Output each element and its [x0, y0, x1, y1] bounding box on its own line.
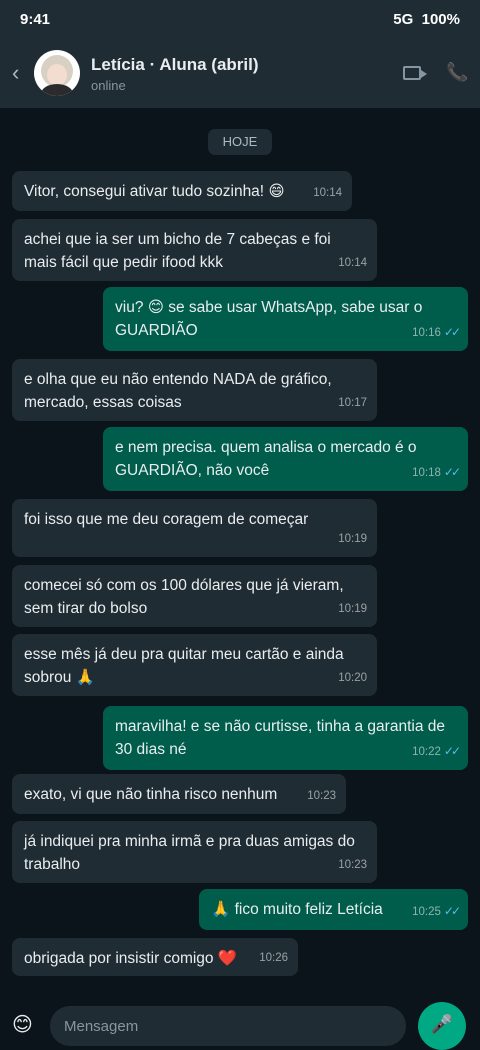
- message-text: 🙏 fico muito feliz Letícia: [211, 901, 383, 918]
- message-time: 10:17: [338, 397, 367, 409]
- status-bar: 9:41 5G 100%: [0, 0, 480, 40]
- message-text: já indiquei pra minha irmã e pra duas am…: [24, 833, 355, 873]
- day-separator: HOJE: [208, 129, 272, 155]
- battery-label: 100%: [421, 11, 460, 28]
- message-bubble[interactable]: já indiquei pra minha irmã e pra duas am…: [12, 821, 377, 883]
- message-bubble[interactable]: achei que ia ser um bicho de 7 cabeças e…: [12, 219, 377, 281]
- message-text: exato, vi que não tinha risco nenhum: [24, 786, 278, 803]
- message-bubble[interactable]: esse mês já deu pra quitar meu cartão e …: [12, 634, 377, 696]
- message-time: 10:26: [259, 952, 288, 964]
- message-text: comecei só com os 100 dólares que já vie…: [24, 577, 344, 617]
- message-bubble[interactable]: obrigada por insistir comigo ❤️ 10:26: [12, 938, 298, 976]
- video-call-icon[interactable]: [403, 66, 427, 80]
- back-icon[interactable]: ‹: [12, 60, 19, 86]
- message-time: 10:20: [338, 672, 367, 684]
- message-bubble[interactable]: e olha que eu não entendo NADA de gráfic…: [12, 359, 377, 421]
- read-receipt-icon: ✓✓: [443, 904, 461, 918]
- message-time: 10:18 ✓✓: [412, 465, 461, 479]
- status-time: 9:41: [20, 11, 51, 28]
- message-text: Vitor, consegui ativar tudo sozinha! 😄: [24, 183, 285, 200]
- message-time: 10:25 ✓✓: [412, 904, 461, 918]
- emoji-icon[interactable]: 😊: [12, 1012, 33, 1037]
- message-text: esse mês já deu pra quitar meu cartão e …: [24, 646, 344, 686]
- read-receipt-icon: ✓✓: [443, 465, 461, 479]
- message-time: 10:19: [338, 533, 367, 545]
- call-icon[interactable]: 📞: [446, 62, 468, 83]
- message-text: e nem precisa. quem analisa o mercado é …: [115, 439, 417, 479]
- status-network-battery: 5G 100%: [393, 11, 460, 28]
- chat-header: ‹ Letícia · Aluna (abril) online 📞: [0, 40, 480, 108]
- message-text: e olha que eu não entendo NADA de gráfic…: [24, 371, 332, 411]
- message-text: achei que ia ser um bicho de 7 cabeças e…: [24, 231, 331, 271]
- message-time: 10:16 ✓✓: [412, 325, 461, 339]
- message-text: viu? 😊 se sabe usar WhatsApp, sabe usar …: [115, 299, 423, 339]
- message-input[interactable]: [50, 1006, 406, 1046]
- message-text: obrigada por insistir comigo ❤️: [24, 950, 238, 967]
- avatar[interactable]: [34, 50, 80, 96]
- message-bubble[interactable]: exato, vi que não tinha risco nenhum 10:…: [12, 774, 346, 814]
- message-text: foi isso que me deu coragem de começar: [24, 511, 309, 528]
- message-list[interactable]: HOJE Vitor, consegui ativar tudo sozinha…: [0, 108, 480, 994]
- message-time: 10:22 ✓✓: [412, 744, 461, 758]
- message-bubble[interactable]: foi isso que me deu coragem de começar 1…: [12, 499, 377, 557]
- message-time: 10:23: [338, 859, 367, 871]
- message-bubble[interactable]: maravilha! e se não curtisse, tinha a ga…: [103, 706, 468, 770]
- message-bubble[interactable]: 🙏 fico muito feliz Letícia 10:25 ✓✓: [199, 889, 468, 930]
- message-bubble[interactable]: viu? 😊 se sabe usar WhatsApp, sabe usar …: [103, 287, 468, 351]
- message-time: 10:14: [338, 257, 367, 269]
- read-receipt-icon: ✓✓: [443, 744, 461, 758]
- message-bubble[interactable]: Vitor, consegui ativar tudo sozinha! 😄 1…: [12, 171, 352, 211]
- message-time: 10:19: [338, 603, 367, 615]
- read-receipt-icon: ✓✓: [443, 325, 461, 339]
- message-bubble[interactable]: e nem precisa. quem analisa o mercado é …: [103, 427, 468, 491]
- message-text: maravilha! e se não curtisse, tinha a ga…: [115, 718, 445, 758]
- message-time: 10:23: [307, 790, 336, 802]
- message-time: 10:14: [313, 187, 342, 199]
- composer-bar: 😊 🎤: [0, 994, 480, 1050]
- mic-icon[interactable]: 🎤: [418, 1002, 466, 1050]
- contact-name[interactable]: Letícia · Aluna (abril): [91, 55, 259, 75]
- contact-status: online: [91, 78, 126, 93]
- message-bubble[interactable]: comecei só com os 100 dólares que já vie…: [12, 565, 377, 627]
- network-label: 5G: [393, 11, 414, 28]
